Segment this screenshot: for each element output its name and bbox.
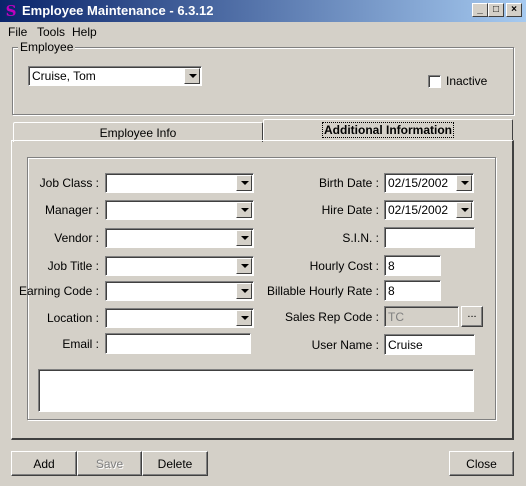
maximize-button[interactable]: □ [488, 3, 504, 17]
job-class-select[interactable] [105, 173, 254, 193]
sin-field[interactable] [384, 227, 475, 248]
billable-rate-value: 8 [388, 284, 395, 298]
hourly-cost-value: 8 [388, 259, 395, 273]
sales-rep-code-label: Sales Rep Code : [284, 310, 379, 324]
manager-select[interactable] [105, 200, 254, 220]
menu-help[interactable]: Help [72, 25, 97, 39]
billable-rate-label: Billable Hourly Rate : [266, 284, 379, 298]
chevron-down-icon[interactable] [184, 68, 200, 84]
tab-employee-info-label: Employee Info [99, 126, 177, 140]
chevron-down-icon[interactable] [236, 175, 252, 191]
sin-label: S.I.N. : [342, 231, 379, 245]
inactive-checkbox[interactable] [428, 75, 441, 88]
add-button[interactable]: Add [11, 451, 77, 476]
inactive-label: Inactive [446, 74, 488, 88]
chevron-down-icon[interactable] [236, 230, 252, 246]
user-name-value: Cruise [388, 338, 423, 352]
chevron-down-icon[interactable] [456, 202, 472, 218]
delete-button[interactable]: Delete [142, 451, 208, 476]
save-button-label: Save [95, 457, 124, 471]
employee-select-value: Cruise, Tom [32, 69, 96, 83]
notes-textarea[interactable] [38, 369, 474, 412]
job-title-select[interactable] [105, 256, 254, 276]
close-button[interactable]: Close [449, 451, 514, 476]
birth-date-picker[interactable]: 02/15/2002 [384, 173, 474, 193]
tab-additional-information-label: Additional Information [322, 122, 454, 138]
menu-file[interactable]: File [8, 25, 27, 39]
save-button: Save [77, 451, 142, 476]
hire-date-picker[interactable]: 02/15/2002 [384, 200, 474, 220]
job-title-label: Job Title : [47, 259, 99, 273]
chevron-down-icon[interactable] [456, 175, 472, 191]
job-class-label: Job Class : [39, 176, 99, 190]
user-name-label: User Name : [311, 338, 379, 352]
minimize-button[interactable]: _ [472, 3, 488, 17]
sales-rep-code-value: TC [388, 310, 404, 324]
manager-label: Manager : [44, 203, 99, 217]
employee-group-label: Employee [18, 40, 76, 54]
close-button-label: Close [466, 457, 497, 471]
email-field[interactable] [105, 333, 251, 354]
email-label: Email : [62, 337, 99, 351]
birth-date-value: 02/15/2002 [388, 176, 449, 190]
delete-button-label: Delete [157, 457, 193, 471]
app-icon: S [5, 2, 17, 20]
sales-rep-lookup-button[interactable]: ... [461, 306, 483, 327]
chevron-down-icon[interactable] [236, 283, 252, 299]
sales-rep-code-field: TC [384, 306, 459, 327]
add-button-label: Add [33, 457, 55, 471]
vendor-label: Vendor : [54, 231, 99, 245]
chevron-down-icon[interactable] [236, 258, 252, 274]
hourly-cost-field[interactable]: 8 [384, 255, 441, 276]
tab-additional-information[interactable]: Additional Information [263, 119, 513, 141]
billable-rate-field[interactable]: 8 [384, 280, 441, 301]
user-name-field[interactable]: Cruise [384, 334, 475, 355]
close-window-button[interactable]: × [506, 3, 522, 17]
location-label: Location : [46, 311, 99, 325]
title-bar: S Employee Maintenance - 6.3.12 _ □ × [0, 0, 526, 22]
hourly-cost-label: Hourly Cost : [309, 259, 379, 273]
hire-date-label: Hire Date : [321, 203, 379, 217]
vendor-select[interactable] [105, 228, 254, 248]
menu-tools[interactable]: Tools [37, 25, 65, 39]
chevron-down-icon[interactable] [236, 202, 252, 218]
employee-select[interactable]: Cruise, Tom [28, 66, 202, 86]
tab-employee-info[interactable]: Employee Info [13, 122, 263, 142]
earning-code-label: Earning Code : [18, 284, 99, 298]
birth-date-label: Birth Date : [318, 176, 379, 190]
location-select[interactable] [105, 308, 254, 328]
window-title: Employee Maintenance - 6.3.12 [22, 3, 214, 18]
menu-bar: File Tools Help [0, 22, 526, 41]
earning-code-select[interactable] [105, 281, 254, 301]
chevron-down-icon[interactable] [236, 310, 252, 326]
hire-date-value: 02/15/2002 [388, 203, 449, 217]
